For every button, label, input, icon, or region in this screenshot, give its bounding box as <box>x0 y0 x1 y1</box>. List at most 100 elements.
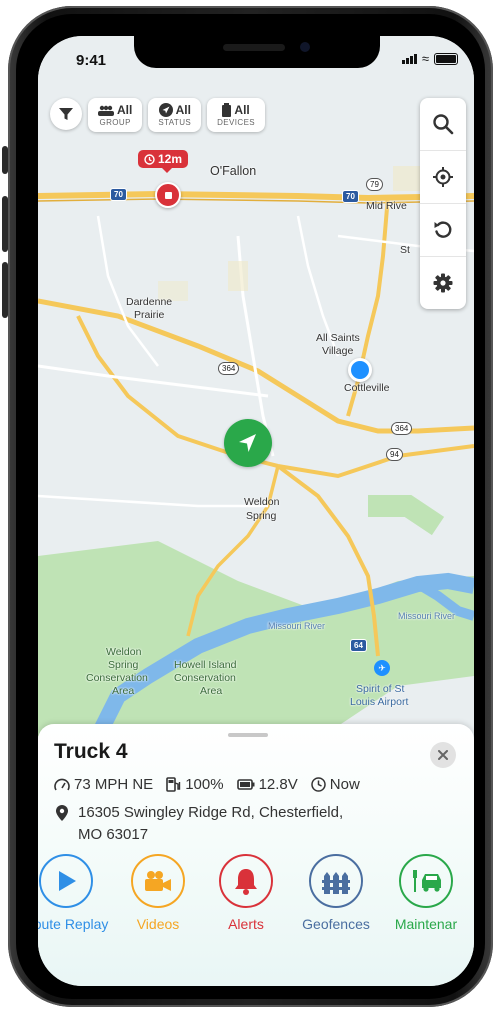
stop-icon <box>164 191 172 199</box>
videos-button[interactable]: Videos <box>108 854 208 932</box>
map-label-airport: Spirit of St <box>356 683 405 695</box>
group-filter-label: GROUP <box>99 118 131 127</box>
maintenance-circle <box>399 854 453 908</box>
map-label-dardenne: Dardenne <box>126 296 173 308</box>
voltage-stat: 12.8V <box>236 776 298 793</box>
devices-filter-button[interactable]: All DEVICES <box>207 98 266 132</box>
signal-icon <box>401 53 417 64</box>
map-label-howell-island-3: Area <box>200 685 223 697</box>
map-tools-panel <box>420 98 466 309</box>
fuel-pump-icon <box>166 777 181 792</box>
map-label-st: St <box>400 244 410 256</box>
stop-duration-badge[interactable]: 12m <box>138 150 189 173</box>
map-label-cottleville: Cottleville <box>344 382 390 394</box>
status-time: 9:41 <box>76 52 107 69</box>
search-icon <box>433 114 454 135</box>
navigation-arrow-icon <box>158 103 173 117</box>
map-label-spring: Spring <box>246 510 277 522</box>
speaker <box>223 44 285 51</box>
address-line-1: 16305 Swingley Ridge Rd, Chesterfield, <box>78 804 344 821</box>
current-location-dot[interactable] <box>348 358 372 382</box>
voltage-value: 12.8V <box>258 776 298 793</box>
fence-icon <box>322 872 350 894</box>
route-364-shield-east: 364 <box>391 422 413 435</box>
close-button[interactable] <box>430 742 456 768</box>
map-label-prairie: Prairie <box>134 309 165 321</box>
video-camera-icon <box>145 871 171 891</box>
notch <box>134 36 380 68</box>
refresh-button[interactable] <box>420 204 466 257</box>
time-stat: Now <box>311 776 360 793</box>
status-filter-button[interactable]: All STATUS <box>148 98 202 132</box>
maintenance-button[interactable]: Maintenar <box>376 854 474 932</box>
filter-bar: All GROUP All STATUS All DEVICES <box>50 98 266 132</box>
route-replay-button[interactable]: Route Replay <box>38 854 116 932</box>
interstate-70-shield-east: 70 <box>342 190 359 203</box>
status-icons: ≈ <box>401 51 458 66</box>
vehicle-stats: 73 MPH NE 100% 12.8V Now <box>54 776 360 793</box>
geofences-label: Geofences <box>302 916 370 932</box>
wifi-icon: ≈ <box>421 51 429 66</box>
device-icon <box>222 103 232 117</box>
route-364-shield: 364 <box>218 362 240 375</box>
silent-switch <box>2 146 8 174</box>
battery-icon <box>236 779 255 790</box>
group-filter-value: All <box>117 103 133 117</box>
maintenance-label: Maintenar <box>394 916 458 932</box>
airport-icon[interactable]: ✈ <box>374 660 390 676</box>
map-label-missouri-river-2: Missouri River <box>398 611 456 621</box>
map[interactable] <box>38 36 474 736</box>
time-value: Now <box>329 776 360 793</box>
videos-circle <box>131 854 185 908</box>
alerts-circle <box>219 854 273 908</box>
route-replay-circle <box>39 854 93 908</box>
map-label-missouri-river: Missouri River <box>268 621 326 631</box>
vehicle-marker[interactable] <box>224 419 272 467</box>
front-camera <box>300 42 310 52</box>
map-label-ofallon: O'Fallon <box>210 164 257 178</box>
map-label-weldon: Weldon <box>244 496 280 508</box>
map-label-weldon-spring-ca-2: Spring <box>108 659 139 671</box>
app-screen: 9:41 ≈ All GROUP All STATUS All DEVICES … <box>38 36 474 986</box>
vehicle-address: 16305 Swingley Ridge Rd, Chesterfield, M… <box>56 802 436 846</box>
stopped-vehicle-marker[interactable] <box>155 182 181 208</box>
map-label-weldon-spring-ca: Weldon <box>106 646 142 658</box>
locate-me-button[interactable] <box>420 151 466 204</box>
address-line-2: MO 63017 <box>78 826 149 843</box>
alerts-button[interactable]: Alerts <box>196 854 296 932</box>
geofences-button[interactable]: Geofences <box>286 854 386 932</box>
sheet-grabber[interactable] <box>228 733 268 737</box>
group-filter-button[interactable]: All GROUP <box>88 98 143 132</box>
vehicle-details-sheet: Truck 4 73 MPH NE 100% 12.8V Now 16305 S… <box>38 724 474 986</box>
navigation-arrow-icon <box>239 434 256 452</box>
play-icon <box>59 871 76 891</box>
car-service-icon <box>413 870 441 892</box>
battery-icon <box>434 52 458 65</box>
fuel-stat: 100% <box>166 776 224 793</box>
stop-duration-value: 12m <box>158 152 183 166</box>
settings-button[interactable] <box>420 257 466 309</box>
filter-icon <box>59 108 73 120</box>
speedometer-icon <box>54 778 70 790</box>
gear-icon <box>433 273 453 293</box>
map-label-village: Village <box>322 345 354 357</box>
interstate-64-shield: 64 <box>350 639 367 652</box>
geofences-circle <box>309 854 363 908</box>
route-79-shield: 79 <box>366 178 383 191</box>
filter-button[interactable] <box>50 98 82 130</box>
vehicle-name: Truck 4 <box>54 740 128 763</box>
group-icon <box>98 105 114 116</box>
bell-icon <box>235 869 257 895</box>
speed-value: 73 MPH NE <box>74 776 154 793</box>
devices-filter-label: DEVICES <box>217 118 256 127</box>
search-button[interactable] <box>420 98 466 151</box>
interstate-70-shield: 70 <box>110 188 127 201</box>
fuel-value: 100% <box>185 776 224 793</box>
speed-stat: 73 MPH NE <box>54 776 153 793</box>
status-filter-label: STATUS <box>158 118 192 127</box>
volume-up-button <box>2 196 8 252</box>
map-pin-icon <box>56 805 68 821</box>
undo-rotate-icon <box>434 221 452 238</box>
close-icon <box>438 750 448 760</box>
devices-filter-value: All <box>234 103 250 117</box>
